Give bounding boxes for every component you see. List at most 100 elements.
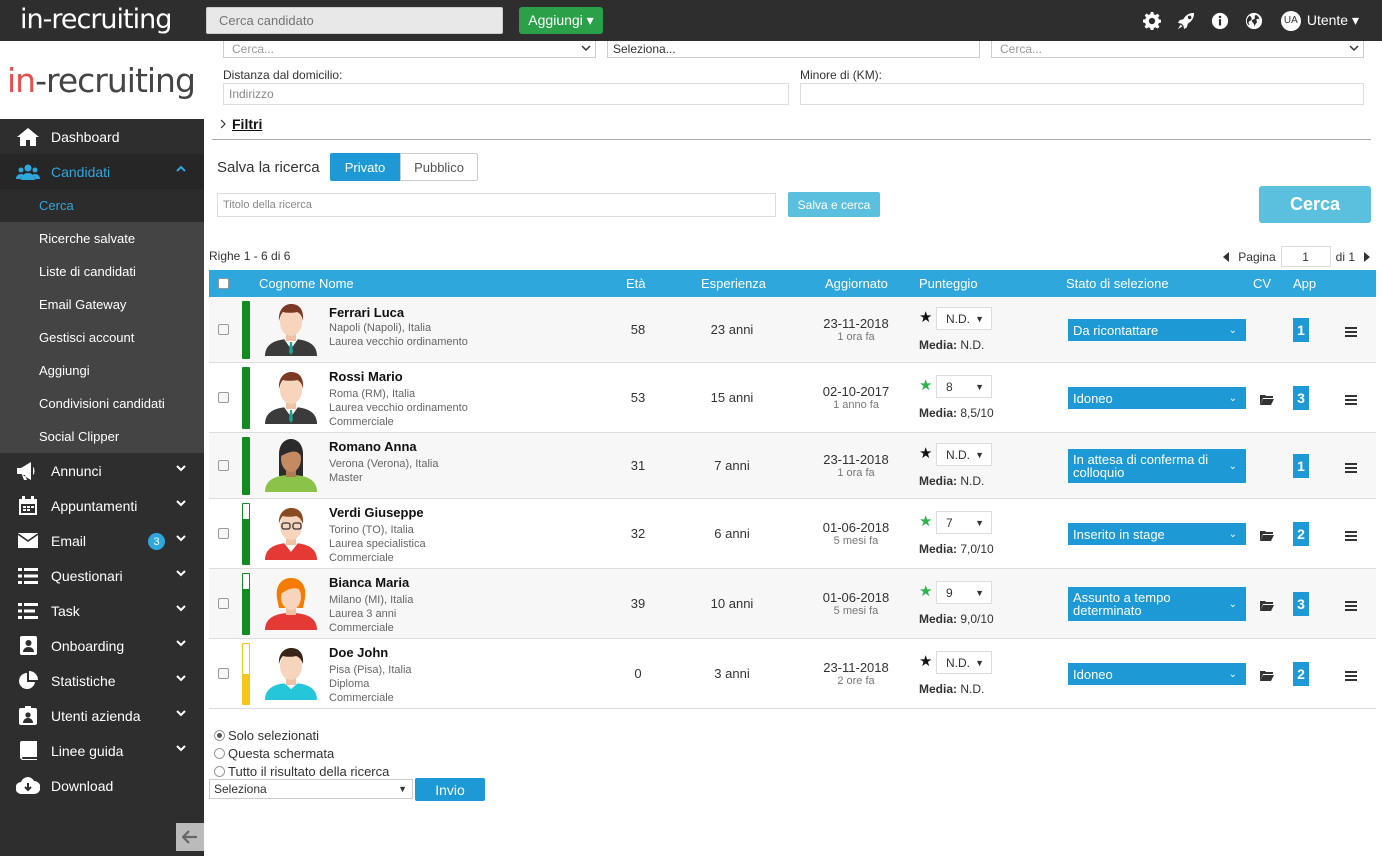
add-button[interactable]: Aggiungi ▾ (519, 7, 603, 34)
header-experience[interactable]: Esperienza (701, 276, 766, 291)
sidebar-logo[interactable]: in -recruiting (0, 41, 204, 119)
sidebar-item-annunci[interactable]: Annunci (0, 453, 204, 488)
globe-icon[interactable] (1237, 0, 1271, 41)
star-icon[interactable]: ★ (919, 444, 932, 462)
row-menu-icon[interactable] (1345, 325, 1357, 340)
row-checkbox[interactable] (218, 460, 229, 471)
filter-select-1[interactable]: Cerca... (223, 41, 596, 58)
sidebar-subitem-social-clipper[interactable]: Social Clipper (0, 420, 204, 453)
selection-status-select[interactable]: Idoneo ⌄ (1068, 663, 1246, 685)
sidebar-subitem-aggiungi[interactable]: Aggiungi (0, 354, 204, 387)
row-menu-icon[interactable] (1345, 599, 1357, 614)
candidate-name[interactable]: Rossi Mario (329, 369, 403, 384)
sidebar-item-utenti-azienda[interactable]: Utenti azienda (0, 698, 204, 733)
select-all-checkbox[interactable] (218, 278, 229, 289)
row-menu-icon[interactable] (1345, 393, 1357, 408)
save-and-search-button[interactable]: Salva e cerca (788, 192, 880, 217)
bulk-option-screen[interactable]: Questa schermata (214, 744, 389, 762)
candidate-search-input[interactable] (219, 13, 469, 28)
next-page-icon[interactable] (1362, 251, 1372, 263)
applications-count[interactable]: 3 (1293, 592, 1309, 616)
sidebar-item-linee-guida[interactable]: Linee guida (0, 733, 204, 768)
sidebar-item-task[interactable]: Task (0, 593, 204, 628)
candidate-name[interactable]: Romano Anna (329, 439, 417, 454)
header-status[interactable]: Stato di selezione (1066, 276, 1169, 291)
star-icon[interactable]: ★ (919, 652, 932, 670)
selection-status-select[interactable]: Da ricontattare ⌄ (1068, 319, 1246, 341)
applications-count[interactable]: 1 (1293, 454, 1309, 478)
applications-count[interactable]: 3 (1293, 386, 1309, 410)
gear-icon[interactable] (1135, 0, 1169, 41)
search-button[interactable]: Cerca (1259, 186, 1371, 223)
radio-all[interactable] (214, 765, 225, 777)
score-select[interactable]: 7 ▼ (936, 511, 992, 534)
row-menu-icon[interactable] (1345, 669, 1357, 684)
candidate-avatar[interactable] (262, 370, 320, 427)
top-search-box[interactable] (206, 7, 503, 34)
filters-toggle[interactable]: Filtri (219, 116, 262, 132)
applications-count[interactable]: 2 (1293, 522, 1309, 546)
sidebar-item-onboarding[interactable]: Onboarding (0, 628, 204, 663)
star-icon[interactable]: ★ (919, 308, 932, 326)
candidate-avatar[interactable] (262, 576, 320, 633)
candidate-avatar[interactable] (262, 506, 320, 563)
candidate-avatar[interactable] (262, 438, 320, 495)
bulk-action-select[interactable]: Seleziona ▼ (209, 779, 413, 799)
bulk-option-selected[interactable]: Solo selezionati (214, 726, 389, 744)
send-button[interactable]: Invio (415, 778, 485, 801)
applications-count[interactable]: 1 (1293, 318, 1309, 342)
star-icon[interactable]: ★ (919, 512, 932, 530)
candidate-name[interactable]: Doe John (329, 645, 388, 660)
score-select[interactable]: N.D. ▼ (936, 307, 992, 330)
star-icon[interactable]: ★ (919, 376, 932, 394)
filter-select-2[interactable]: Seleziona... (607, 41, 980, 58)
folder-icon[interactable] (1260, 669, 1274, 684)
folder-icon[interactable] (1260, 529, 1274, 544)
collapse-sidebar-button[interactable] (176, 823, 204, 851)
selection-status-select[interactable]: Assunto a tempo determinato ⌄ (1068, 587, 1246, 621)
row-checkbox[interactable] (218, 528, 229, 539)
header-updated[interactable]: Aggiornato (825, 276, 888, 291)
score-select[interactable]: N.D. ▼ (936, 651, 992, 674)
row-checkbox[interactable] (218, 392, 229, 403)
sidebar-item-questionari[interactable]: Questionari (0, 558, 204, 593)
sidebar-item-download[interactable]: Download (0, 768, 204, 803)
radio-screen[interactable] (214, 747, 225, 759)
star-icon[interactable]: ★ (919, 582, 932, 600)
candidate-avatar[interactable] (262, 302, 320, 359)
row-menu-icon[interactable] (1345, 529, 1357, 544)
row-menu-icon[interactable] (1345, 461, 1357, 476)
address-input[interactable]: Indirizzo (223, 83, 789, 105)
score-select[interactable]: N.D. ▼ (936, 443, 992, 466)
sidebar-subitem-ricerche-salvate[interactable]: Ricerche salvate (0, 222, 204, 255)
folder-icon[interactable] (1260, 599, 1274, 614)
header-score[interactable]: Punteggio (919, 276, 978, 291)
selection-status-select[interactable]: Inserito in stage ⌄ (1068, 523, 1246, 545)
page-input[interactable]: 1 (1280, 246, 1331, 267)
score-select[interactable]: 9 ▼ (936, 581, 992, 604)
candidate-avatar[interactable] (262, 646, 320, 703)
search-title-input[interactable]: Titolo della ricerca (217, 193, 776, 217)
row-checkbox[interactable] (218, 598, 229, 609)
public-toggle[interactable]: Pubblico (400, 153, 478, 181)
sidebar-item-email[interactable]: Email 3 (0, 523, 204, 558)
user-menu[interactable]: UA Utente ▾ (1280, 10, 1359, 31)
row-checkbox[interactable] (218, 668, 229, 679)
sidebar-subitem-liste-candidati[interactable]: Liste di candidati (0, 255, 204, 288)
sidebar-subitem-condivisioni[interactable]: Condivisioni candidati (0, 387, 204, 420)
sidebar-item-candidati[interactable]: Candidati (0, 154, 204, 189)
sidebar-item-appuntamenti[interactable]: Appuntamenti (0, 488, 204, 523)
score-select[interactable]: 8 ▼ (936, 375, 992, 398)
row-checkbox[interactable] (218, 324, 229, 335)
radio-selected[interactable] (214, 729, 225, 741)
sidebar-subitem-email-gateway[interactable]: Email Gateway (0, 288, 204, 321)
rocket-icon[interactable] (1169, 0, 1203, 41)
header-age[interactable]: Età (626, 276, 646, 291)
candidate-name[interactable]: Verdi Giuseppe (329, 505, 424, 520)
sidebar-subitem-gestisci-account[interactable]: Gestisci account (0, 321, 204, 354)
selection-status-select[interactable]: In attesa di conferma di colloquio ⌄ (1068, 449, 1246, 483)
km-input[interactable] (800, 83, 1364, 105)
sidebar-subitem-cerca[interactable]: Cerca (0, 189, 204, 222)
sidebar-item-statistiche[interactable]: Statistiche (0, 663, 204, 698)
bulk-option-all[interactable]: Tutto il risultato della ricerca (214, 762, 389, 780)
